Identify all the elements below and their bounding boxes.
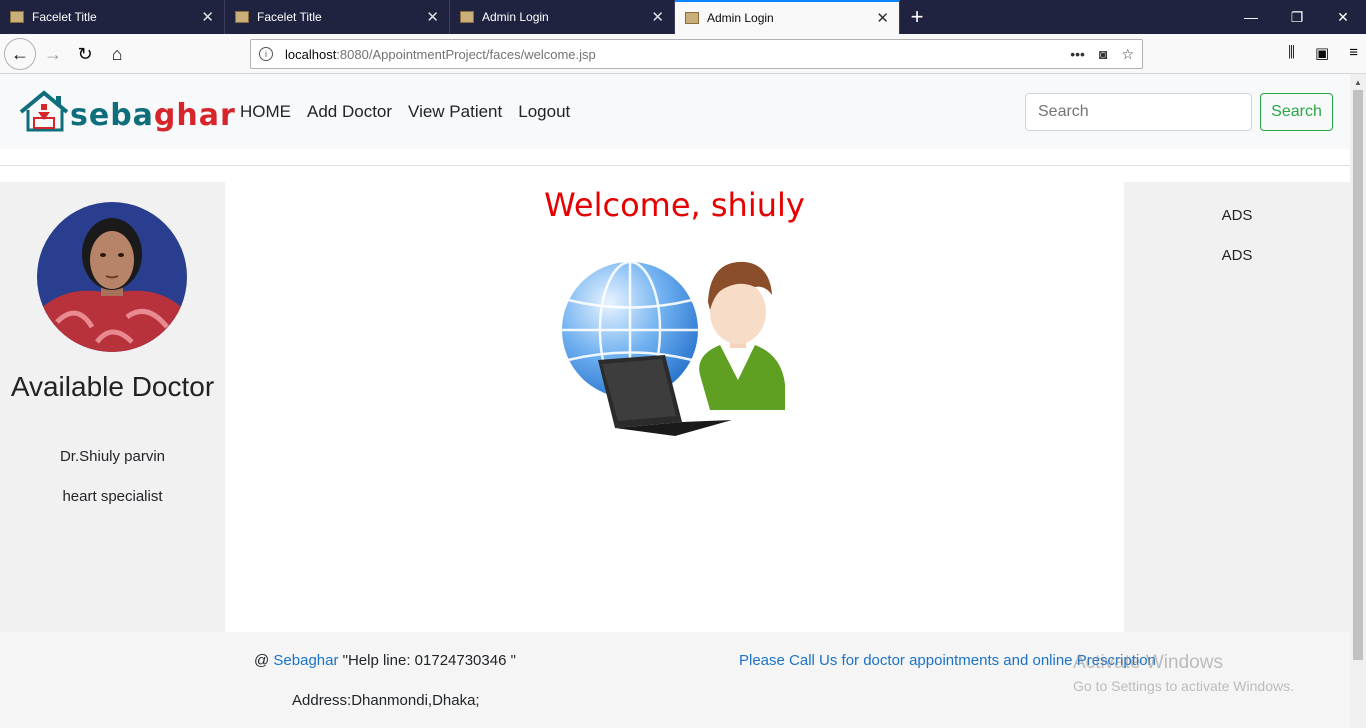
- restore-icon[interactable]: ❐: [1274, 0, 1320, 34]
- favicon-icon: [235, 11, 249, 23]
- doctor-specialty: heart specialist: [62, 488, 163, 505]
- sebaghar-logo[interactable]: sebaghar: [18, 88, 235, 138]
- url-path: :8080/AppointmentProject/faces/welcome.j…: [336, 46, 596, 62]
- page-footer: @ Sebaghar "Help line: 01724730346 " Ple…: [0, 632, 1350, 728]
- ad-slot: ADS: [1221, 247, 1253, 264]
- search-button[interactable]: Search: [1260, 93, 1333, 131]
- divider: [0, 165, 1350, 166]
- browser-tab[interactable]: Admin Login ✕: [450, 0, 675, 34]
- forward-arrow-icon[interactable]: →: [38, 39, 68, 69]
- minimize-icon[interactable]: —: [1228, 0, 1274, 34]
- sidebar-toggle-icon[interactable]: ▣: [1315, 44, 1329, 62]
- scrollbar-thumb[interactable]: [1353, 90, 1363, 660]
- new-tab-icon[interactable]: +: [900, 0, 934, 34]
- search-input[interactable]: [1025, 93, 1252, 131]
- url-bar[interactable]: i localhost:8080/AppointmentProject/face…: [250, 39, 1143, 69]
- tab-title: Facelet Title: [32, 10, 97, 24]
- browser-toolbar: ← → ↻ ⌂ i localhost:8080/AppointmentProj…: [0, 34, 1366, 74]
- footer-helpline: @ Sebaghar "Help line: 01724730346 ": [254, 652, 516, 669]
- reload-icon[interactable]: ↻: [70, 39, 100, 69]
- nav-home[interactable]: HOME: [240, 102, 291, 122]
- browser-tab-active[interactable]: Admin Login ✕: [675, 0, 900, 34]
- pocket-icon[interactable]: ◙: [1099, 46, 1107, 63]
- home-icon[interactable]: ⌂: [102, 39, 132, 69]
- footer-helpline-text: "Help line: 01724730346 ": [338, 652, 516, 669]
- close-tab-icon[interactable]: ✕: [651, 8, 664, 26]
- available-doctor-heading: Available Doctor: [10, 371, 215, 402]
- right-sidebar: ADS ADS: [1124, 182, 1350, 632]
- logo-text-part1: seba: [70, 98, 154, 133]
- tab-strip: Facelet Title ✕ Facelet Title ✕ Admin Lo…: [0, 0, 1366, 34]
- favicon-icon: [460, 11, 474, 23]
- admin-illustration: [560, 240, 790, 440]
- footer-brand-link[interactable]: Sebaghar: [273, 652, 338, 669]
- nav-logout[interactable]: Logout: [518, 102, 570, 122]
- back-arrow-icon[interactable]: ←: [4, 38, 36, 70]
- watermark-line2: Go to Settings to activate Windows.: [1073, 678, 1294, 694]
- site-info-icon[interactable]: i: [259, 47, 273, 61]
- page-viewport: sebaghar HOME Add Doctor View Patient Lo…: [0, 74, 1350, 728]
- window-controls: — ❐ ✕: [1228, 0, 1366, 34]
- site-navbar: sebaghar HOME Add Doctor View Patient Lo…: [0, 74, 1350, 149]
- main-content: Welcome, shiuly: [225, 182, 1124, 632]
- welcome-heading: Welcome, shiuly: [544, 186, 805, 224]
- favicon-icon: [685, 12, 699, 24]
- close-window-icon[interactable]: ✕: [1320, 0, 1366, 34]
- more-actions-icon[interactable]: •••: [1070, 46, 1085, 63]
- close-tab-icon[interactable]: ✕: [201, 8, 214, 26]
- main-menu: HOME Add Doctor View Patient Logout: [240, 102, 570, 122]
- nav-add-doctor[interactable]: Add Doctor: [307, 102, 392, 122]
- logo-text-part2: ghar: [153, 98, 236, 133]
- menu-icon[interactable]: ≡: [1349, 44, 1358, 62]
- library-icon[interactable]: ⫼: [1288, 44, 1295, 62]
- left-sidebar: Available Doctor Dr.Shiuly parvin heart …: [0, 182, 225, 632]
- favicon-icon: [10, 11, 24, 23]
- watermark-line1: Activate Windows: [1073, 652, 1223, 673]
- close-tab-icon[interactable]: ✕: [876, 9, 889, 27]
- tab-title: Admin Login: [482, 10, 549, 24]
- vertical-scrollbar[interactable]: ▲: [1350, 74, 1366, 728]
- tab-title: Facelet Title: [257, 10, 322, 24]
- ad-slot: ADS: [1221, 207, 1253, 224]
- scroll-up-icon[interactable]: ▲: [1354, 78, 1362, 87]
- browser-tab[interactable]: Facelet Title ✕: [0, 0, 225, 34]
- nav-view-patient[interactable]: View Patient: [408, 102, 502, 122]
- tab-title: Admin Login: [707, 11, 774, 25]
- bookmark-star-icon[interactable]: ☆: [1121, 46, 1134, 63]
- footer-at: @: [254, 652, 270, 669]
- close-tab-icon[interactable]: ✕: [426, 8, 439, 26]
- doctor-avatar: [37, 202, 187, 352]
- doctor-name: Dr.Shiuly parvin: [59, 448, 166, 465]
- browser-tab[interactable]: Facelet Title ✕: [225, 0, 450, 34]
- url-host: localhost: [285, 46, 337, 62]
- footer-address: Address:Dhanmondi,Dhaka;: [292, 692, 480, 709]
- windows-activation-watermark: Activate Windows Go to Settings to activ…: [1073, 652, 1294, 694]
